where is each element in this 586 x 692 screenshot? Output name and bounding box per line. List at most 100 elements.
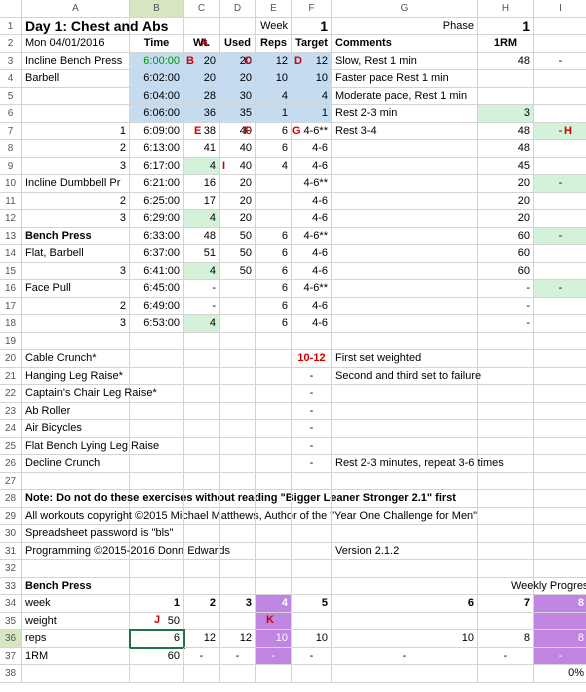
version-cell[interactable]: Version 2.1.2 <box>332 543 478 561</box>
row-11[interactable]: 11 <box>0 193 22 211</box>
target-cell[interactable]: 4-6** <box>292 228 332 246</box>
col-F[interactable]: F <box>292 0 332 18</box>
bench-weight-label[interactable]: weight <box>22 613 130 631</box>
exercise-cell[interactable]: Air Bicycles <box>22 420 130 438</box>
used-cell[interactable]: 20 <box>220 175 256 193</box>
reps-cell[interactable]: 6 <box>256 298 292 316</box>
1rm-cell[interactable] <box>478 70 534 88</box>
target-cell[interactable]: D12 <box>292 53 332 71</box>
week-label[interactable]: Week <box>256 18 292 36</box>
bench-week-label[interactable]: week <box>22 595 130 613</box>
extra-cell[interactable]: - <box>534 280 586 298</box>
time-cell[interactable]: 6:33:00 <box>130 228 184 246</box>
1rm-cell[interactable]: 48 <box>478 123 534 141</box>
1rm-cell[interactable]: 20 <box>478 175 534 193</box>
row-8[interactable]: 8 <box>0 140 22 158</box>
hdr-target[interactable]: Target <box>292 35 332 53</box>
exercise-cell[interactable]: Bench Press <box>22 228 130 246</box>
row-4[interactable]: 4 <box>0 70 22 88</box>
extra-cell[interactable] <box>534 70 586 88</box>
target-cell[interactable]: 4-6** <box>292 280 332 298</box>
used-cell[interactable]: I40 <box>220 158 256 176</box>
1rm-cell[interactable]: 20 <box>478 210 534 228</box>
bench-1rm-label[interactable]: 1RM <box>22 648 130 666</box>
1rm-cell[interactable] <box>478 88 534 106</box>
comment-cell[interactable] <box>332 210 478 228</box>
wt-cell[interactable]: 16 <box>184 175 220 193</box>
reps-cell[interactable]: 10 <box>256 70 292 88</box>
row-13[interactable]: 13 <box>0 228 22 246</box>
comment-cell[interactable] <box>332 385 478 403</box>
wt-cell[interactable]: E38 <box>184 123 220 141</box>
exercise-cell[interactable]: Incline Bench Press <box>22 53 130 71</box>
extra-cell[interactable] <box>534 158 586 176</box>
target-cell[interactable]: - <box>292 385 332 403</box>
target-cell[interactable]: - <box>292 455 332 473</box>
1rm-cell[interactable]: 60 <box>478 245 534 263</box>
comment-cell[interactable]: Faster pace Rest 1 min <box>332 70 478 88</box>
row-6[interactable]: 6 <box>0 105 22 123</box>
row-20[interactable]: 20 <box>0 350 22 368</box>
time-cell[interactable]: 6:00:00 <box>130 53 184 71</box>
col-D[interactable]: D <box>220 0 256 18</box>
target-cell[interactable]: - <box>292 368 332 386</box>
target-cell[interactable]: - <box>292 403 332 421</box>
wt-cell[interactable]: 41 <box>184 140 220 158</box>
used-cell[interactable]: 50 <box>220 228 256 246</box>
extra-cell[interactable]: - <box>534 228 586 246</box>
row-3[interactable]: 3 <box>0 53 22 71</box>
exercise-cell[interactable]: 2 <box>22 193 130 211</box>
extra-cell[interactable] <box>534 140 586 158</box>
bench-reps-label[interactable]: reps <box>22 630 130 648</box>
comment-cell[interactable]: Moderate pace, Rest 1 min <box>332 88 478 106</box>
phase-label[interactable]: Phase <box>332 18 478 36</box>
row-34[interactable]: 34 <box>0 595 22 613</box>
exercise-cell[interactable]: 3 <box>22 210 130 228</box>
row-27[interactable]: 27 <box>0 473 22 491</box>
time-cell[interactable]: 6:21:00 <box>130 175 184 193</box>
wt-cell[interactable]: 48 <box>184 228 220 246</box>
used-cell[interactable]: 40F <box>220 123 256 141</box>
bench-title[interactable]: Bench Press <box>22 578 130 596</box>
wt-cell[interactable]: 20 <box>184 70 220 88</box>
exercise-cell[interactable]: 1 <box>22 123 130 141</box>
phase-value[interactable]: 1 <box>478 18 534 36</box>
comment-cell[interactable] <box>332 420 478 438</box>
comment-cell[interactable]: Slow, Rest 1 min <box>332 53 478 71</box>
extra-cell[interactable]: -H <box>534 123 586 141</box>
row-29[interactable]: 29 <box>0 508 22 526</box>
row-30[interactable]: 30 <box>0 525 22 543</box>
row-32[interactable]: 32 <box>0 560 22 578</box>
row-17[interactable]: 17 <box>0 298 22 316</box>
used-cell[interactable]: 50 <box>220 245 256 263</box>
hdr-wt[interactable]: Wt. <box>184 35 220 53</box>
note-28[interactable]: Note: Do not do these exercises without … <box>22 490 130 508</box>
reps-cell[interactable]: 12 <box>256 53 292 71</box>
time-cell[interactable]: 6:04:00 <box>130 88 184 106</box>
reps-cell[interactable]: 6 <box>256 315 292 333</box>
time-cell[interactable]: 6:41:00 <box>130 263 184 281</box>
target-cell[interactable]: 4-6 <box>292 210 332 228</box>
target-cell[interactable]: - <box>292 420 332 438</box>
row-7[interactable]: 7 <box>0 123 22 141</box>
target-cell[interactable]: 4 <box>292 88 332 106</box>
row-16[interactable]: 16 <box>0 280 22 298</box>
used-cell[interactable]: 20 <box>220 70 256 88</box>
row-28[interactable]: 28 <box>0 490 22 508</box>
time-cell[interactable]: 6:37:00 <box>130 245 184 263</box>
time-cell[interactable]: 6:17:00 <box>130 158 184 176</box>
exercise-cell[interactable] <box>22 88 130 106</box>
wt-cell[interactable]: - <box>184 298 220 316</box>
note-31[interactable]: Programming ©2015-2016 Donn Edwards <box>22 543 130 561</box>
extra-cell[interactable] <box>534 193 586 211</box>
used-cell[interactable]: 35 <box>220 105 256 123</box>
wt-cell[interactable]: B20 <box>184 53 220 71</box>
1rm-cell[interactable]: 45 <box>478 158 534 176</box>
row-24[interactable]: 24 <box>0 420 22 438</box>
wt-cell[interactable]: 28 <box>184 88 220 106</box>
comment-cell[interactable] <box>332 403 478 421</box>
extra-cell[interactable] <box>534 315 586 333</box>
reps-cell[interactable] <box>256 193 292 211</box>
comment-cell[interactable] <box>332 175 478 193</box>
extra-cell[interactable]: - <box>534 53 586 71</box>
